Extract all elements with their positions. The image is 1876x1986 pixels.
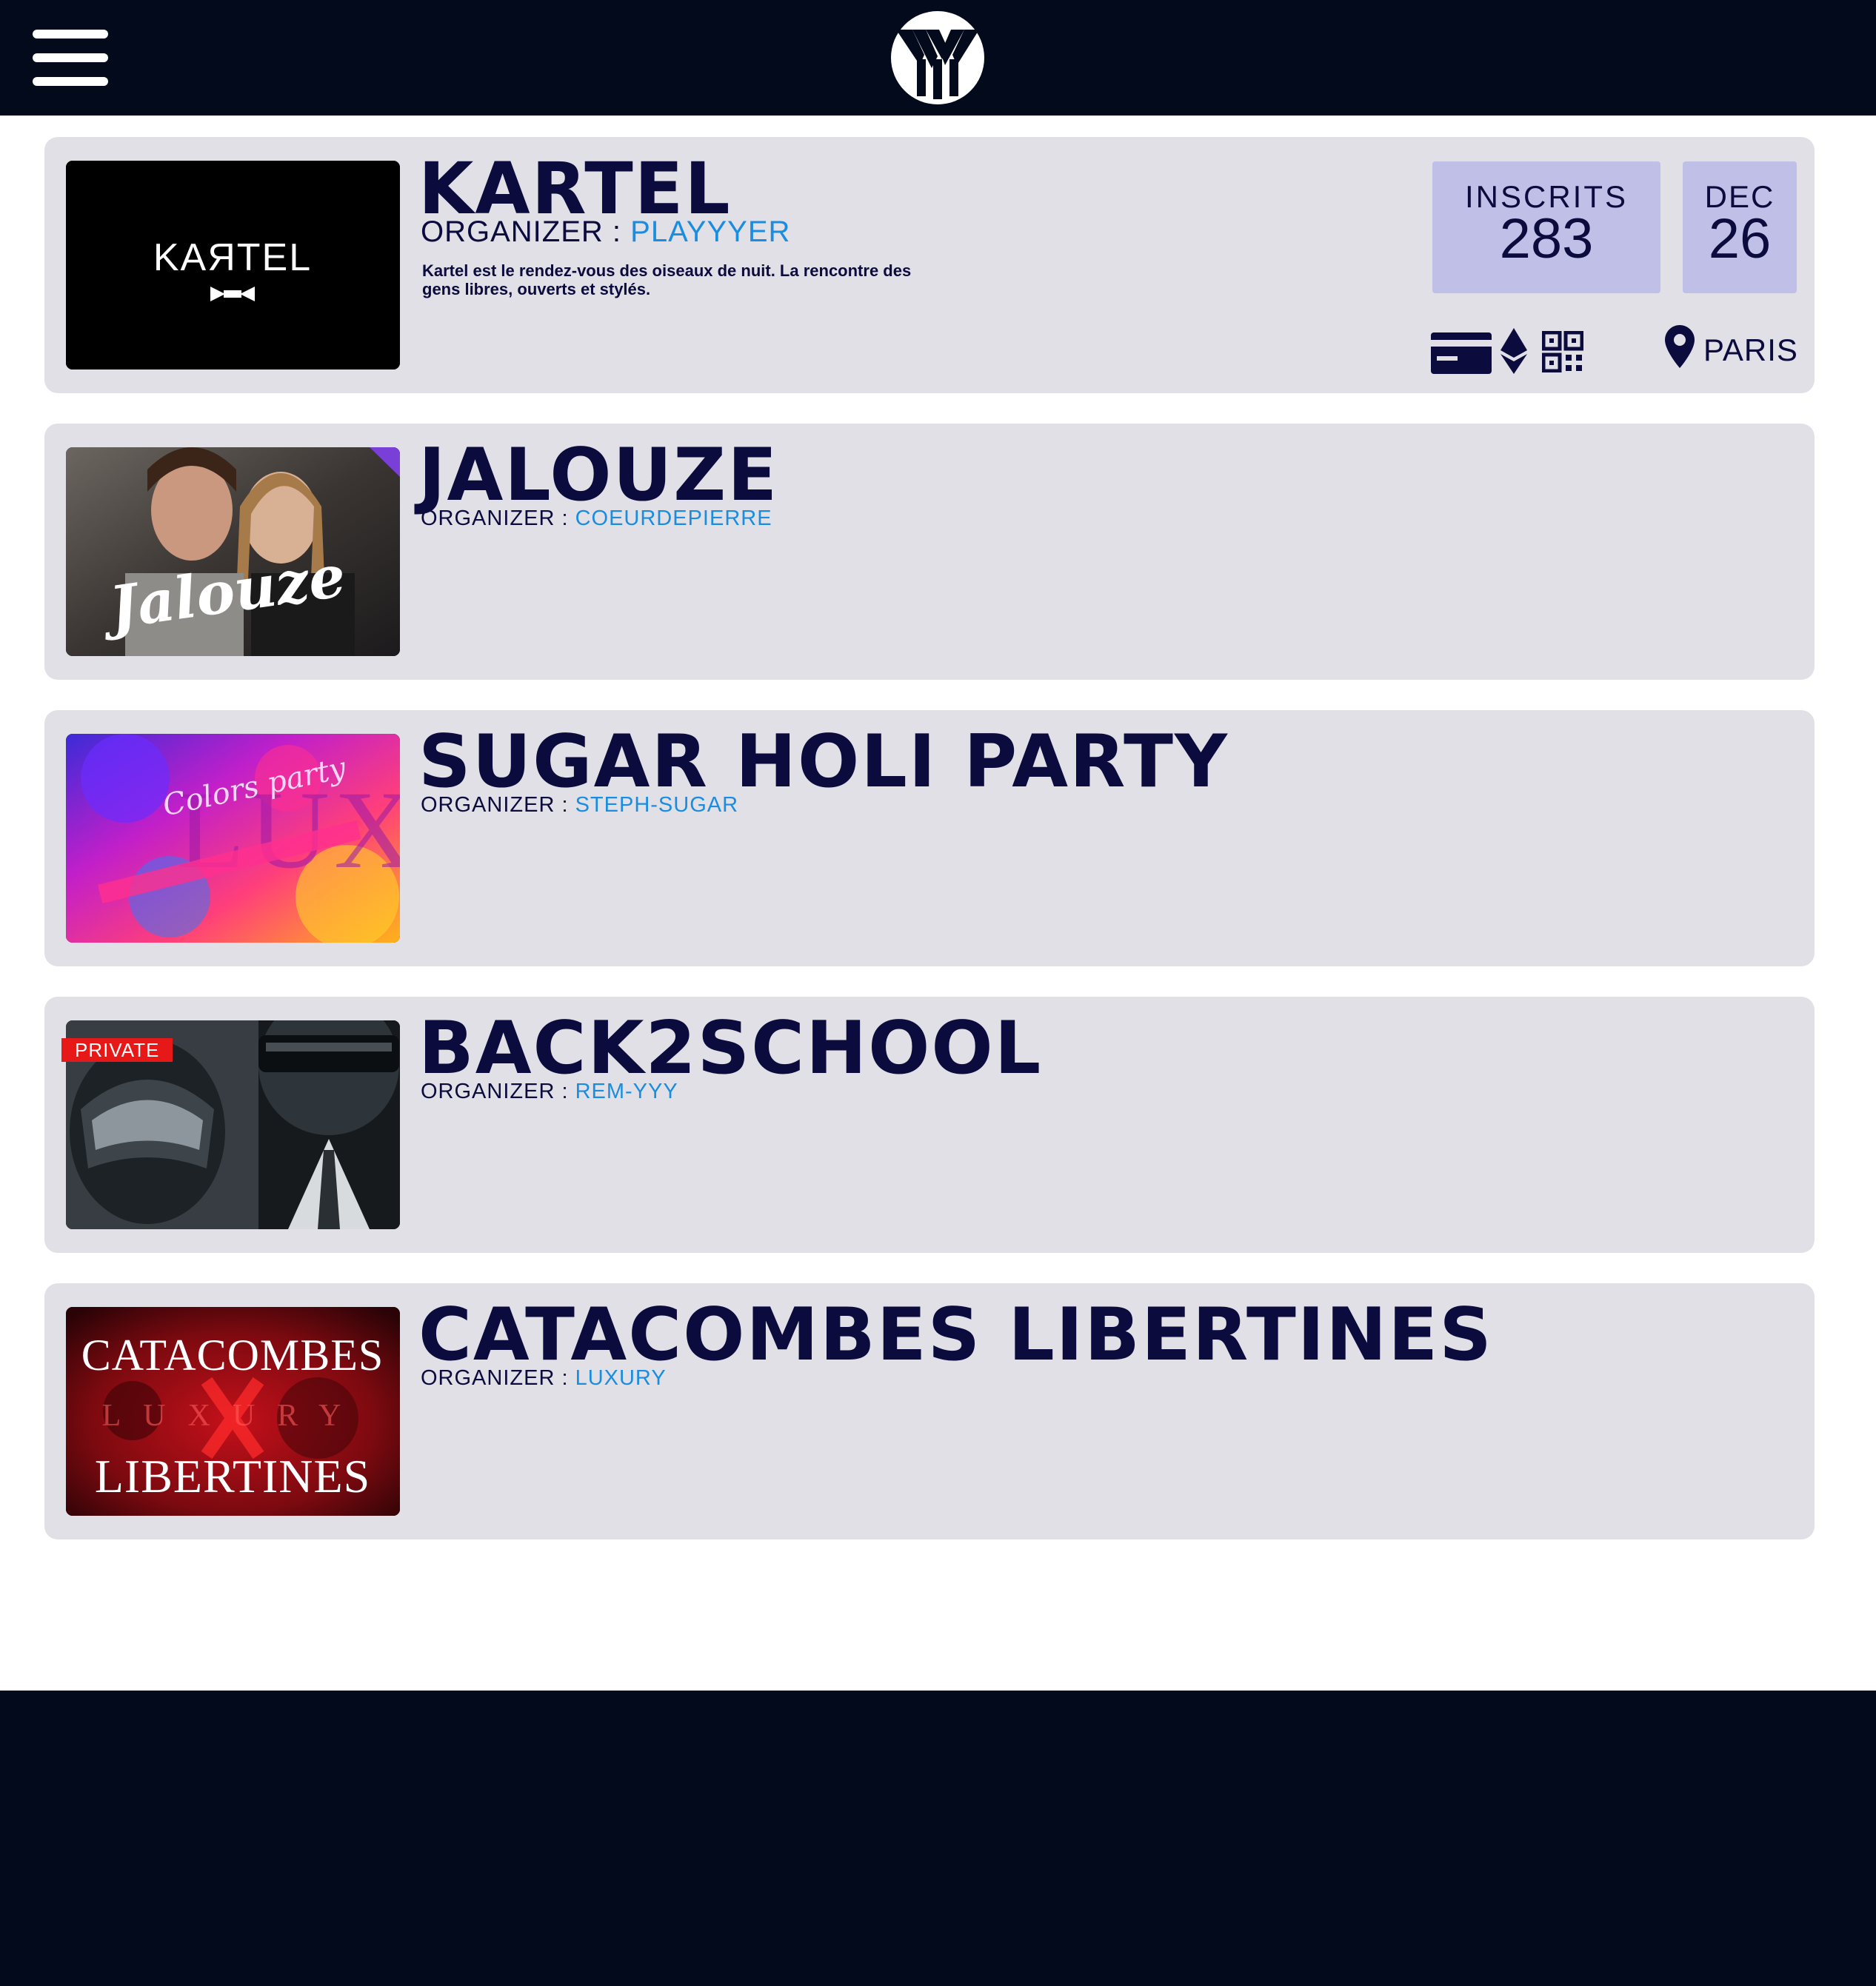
inscrits-badge: INSCRITS 283: [1432, 161, 1660, 293]
location-pin-icon: [1665, 325, 1695, 368]
organizer-link[interactable]: LUXURY: [575, 1366, 667, 1390]
organizer-label: ORGANIZER :: [421, 1366, 569, 1390]
inscrits-count: 283: [1499, 207, 1594, 270]
organizer-line: ORGANIZER : COEURDEPIERRE: [421, 506, 772, 531]
payment-methods: [1431, 328, 1638, 374]
event-card-jalouze[interactable]: Jalouze JALOUZE ORGANIZER : COEURDEPIERR…: [44, 424, 1815, 680]
event-image-catacombes-libertines[interactable]: CATACOMBES LUXURY LIBERTINES: [66, 1307, 400, 1516]
event-card-kartel[interactable]: KAЯTEL KARTEL ORGANIZER : PLAYYYER Karte…: [44, 137, 1815, 393]
date-day: 26: [1708, 207, 1772, 270]
event-title[interactable]: JALOUZE: [418, 435, 778, 515]
event-image-sugar-holi-party[interactable]: LUXURY Colors party: [66, 734, 400, 943]
footer-bar: [0, 1691, 1876, 1986]
catacombes-image-text-top: CATACOMBES: [81, 1331, 384, 1380]
qr-code-icon: [1542, 331, 1583, 372]
credit-card-icon: [1431, 332, 1492, 374]
hamburger-menu-icon[interactable]: [33, 30, 108, 86]
ethereum-icon: [1501, 328, 1527, 374]
event-card-catacombes-libertines[interactable]: CATACOMBES LUXURY LIBERTINES CATACOMBES …: [44, 1283, 1815, 1539]
top-nav-bar: [0, 0, 1876, 116]
organizer-link[interactable]: STEPH-SUGAR: [575, 793, 738, 817]
event-image-kartel[interactable]: KAЯTEL: [66, 161, 400, 370]
organizer-line: ORGANIZER : PLAYYYER: [421, 215, 790, 249]
catacombes-image-text-mid: LUXURY: [102, 1399, 364, 1433]
event-title[interactable]: CATACOMBES LIBERTINES: [418, 1295, 1493, 1375]
event-card-back2school[interactable]: PRIVATE BACK2SCHOOL ORGANIZER : REM-YYY: [44, 997, 1815, 1253]
event-title[interactable]: SUGAR HOLI PARTY: [418, 722, 1229, 802]
kartel-image-text: KAЯTEL: [153, 236, 312, 279]
date-badge: DEC 26: [1683, 161, 1797, 293]
organizer-link[interactable]: REM-YYY: [575, 1080, 678, 1103]
location-city: PARIS: [1703, 332, 1798, 367]
event-title[interactable]: BACK2SCHOOL: [418, 1009, 1042, 1089]
yyy-logo-icon[interactable]: [890, 10, 985, 105]
organizer-link[interactable]: COEURDEPIERRE: [575, 506, 772, 530]
organizer-line: ORGANIZER : LUXURY: [421, 1366, 667, 1391]
organizer-label: ORGANIZER :: [421, 793, 569, 817]
organizer-line: ORGANIZER : REM-YYY: [421, 1080, 678, 1104]
catacombes-image-text-bottom: LIBERTINES: [95, 1450, 370, 1502]
organizer-line: ORGANIZER : STEPH-SUGAR: [421, 793, 738, 818]
event-description: Kartel est le rendez-vous des oiseaux de…: [422, 261, 912, 298]
event-card-sugar-holi-party[interactable]: LUXURY Colors party SUGAR HOLI PARTY ORG…: [44, 710, 1815, 966]
organizer-label: ORGANIZER :: [421, 506, 569, 530]
event-image-jalouze[interactable]: Jalouze: [66, 447, 400, 656]
organizer-link[interactable]: PLAYYYER: [630, 215, 790, 248]
private-badge: PRIVATE: [61, 1038, 173, 1062]
organizer-label: ORGANIZER :: [421, 1080, 569, 1103]
organizer-label: ORGANIZER :: [421, 215, 622, 248]
